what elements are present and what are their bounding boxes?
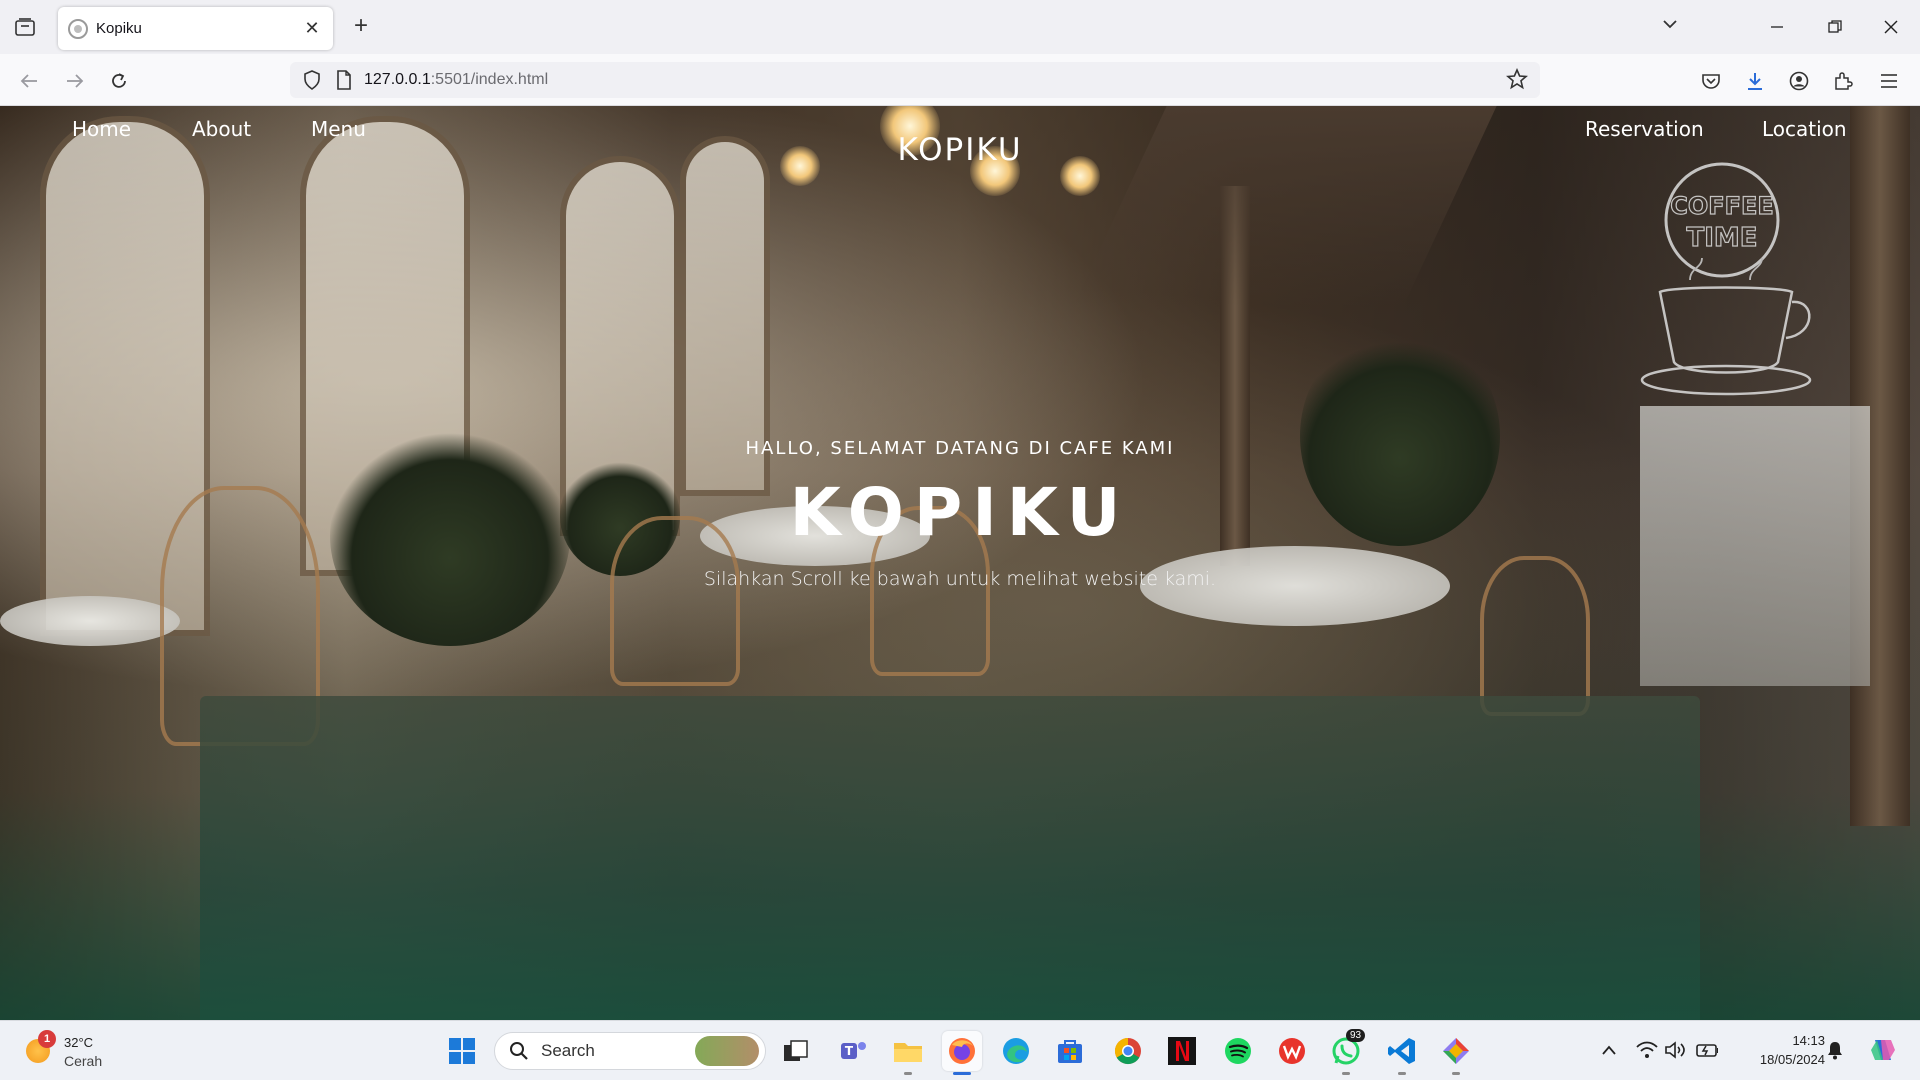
coffee-time-badge: COFFEE TIME (1640, 162, 1812, 396)
restore-icon[interactable] (1820, 12, 1850, 42)
running-indicator (1452, 1072, 1460, 1075)
page-info-icon[interactable] (332, 68, 356, 92)
forward-arrow-icon[interactable] (60, 66, 90, 96)
extensions-icon[interactable] (1828, 66, 1858, 96)
edge-icon[interactable] (996, 1031, 1036, 1071)
wps-office-icon[interactable] (1272, 1031, 1312, 1071)
spotify-icon[interactable] (1218, 1031, 1258, 1071)
chrome-icon[interactable] (1108, 1031, 1148, 1071)
search-highlight-image (695, 1036, 759, 1066)
pocket-icon[interactable] (1696, 66, 1726, 96)
menu-hamburger-icon[interactable] (1874, 66, 1904, 96)
volume-icon[interactable] (1664, 1039, 1686, 1061)
tab-title: Kopiku (96, 20, 142, 37)
gemini-app-icon[interactable] (1436, 1031, 1476, 1075)
firefox-icon[interactable] (942, 1031, 982, 1075)
whatsapp-unread-badge: 93 (1346, 1029, 1366, 1042)
wifi-icon[interactable] (1636, 1039, 1658, 1061)
running-indicator (1342, 1072, 1350, 1075)
netflix-icon[interactable] (1162, 1031, 1202, 1071)
weather-condition: Cerah (64, 1053, 103, 1069)
clock-time: 14:13 (1792, 1033, 1825, 1048)
close-window-icon[interactable] (1876, 12, 1906, 42)
hero-description: Silahkan Scroll ke bawah untuk melihat w… (703, 568, 1217, 590)
system-clock[interactable]: 14:13 18/05/2024 (1735, 1031, 1825, 1069)
svg-text:T: T (845, 1044, 854, 1058)
cafe-table (0, 596, 180, 646)
url-text[interactable]: 127.0.0.1:5501/index.html (364, 71, 548, 89)
back-arrow-icon[interactable] (14, 66, 44, 96)
copilot-icon[interactable] (1868, 1035, 1898, 1065)
search-icon (510, 1042, 528, 1060)
chevron-down-icon[interactable] (1660, 14, 1686, 40)
website-hero: Home About Menu Reservation Location KOP… (0, 106, 1920, 1020)
vscode-icon[interactable] (1382, 1031, 1422, 1075)
windows-taskbar: 1 32°C Cerah Search T 93 14:13 18/05/202… (0, 1020, 1920, 1080)
shield-icon[interactable] (300, 68, 324, 92)
battery-icon[interactable] (1696, 1039, 1718, 1061)
clock-date: 18/05/2024 (1759, 1052, 1825, 1067)
minimize-icon[interactable] (1762, 12, 1792, 42)
taskbar-search[interactable]: Search (494, 1032, 766, 1070)
navigation-toolbar: 127.0.0.1:5501/index.html (0, 54, 1920, 106)
search-label: Search (541, 1041, 595, 1060)
svg-text:TIME: TIME (1686, 223, 1757, 253)
tab-bar: Kopiku ✕ + (0, 0, 1920, 54)
weather-alert-badge: 1 (38, 1030, 56, 1048)
tab-close-icon[interactable]: ✕ (301, 18, 323, 39)
foreground-table (200, 696, 1700, 1020)
running-indicator (1398, 1072, 1406, 1075)
weather-temperature: 32°C (64, 1035, 94, 1050)
notification-bell-icon[interactable] (1824, 1039, 1846, 1061)
teams-icon[interactable]: T (834, 1031, 874, 1071)
url-host: 127.0.0.1 (364, 71, 431, 88)
new-tab-icon[interactable]: + (348, 14, 374, 40)
running-indicator (904, 1072, 912, 1075)
windows-start-icon[interactable] (442, 1031, 482, 1071)
microsoft-store-icon[interactable] (1050, 1031, 1090, 1071)
tab-list-icon[interactable] (12, 14, 38, 40)
site-favicon-icon (68, 18, 88, 39)
weather-widget[interactable]: 1 32°C Cerah (24, 1029, 134, 1073)
bookmark-star-icon[interactable] (1506, 67, 1530, 92)
browser-tab[interactable]: Kopiku ✕ (58, 7, 333, 50)
running-indicator (953, 1072, 971, 1075)
hero-subtitle: HALLO, SELAMAT DATANG DI CAFE KAMI (745, 438, 1175, 459)
download-icon[interactable] (1740, 66, 1770, 96)
svg-text:COFFEE: COFFEE (1670, 192, 1774, 220)
file-explorer-icon[interactable] (888, 1031, 928, 1075)
hero-title: KOPIKU (789, 474, 1131, 551)
account-icon[interactable] (1784, 66, 1814, 96)
url-path: :5501/index.html (430, 71, 549, 88)
address-bar[interactable]: 127.0.0.1:5501/index.html (290, 62, 1540, 98)
task-view-icon[interactable] (776, 1031, 816, 1071)
reload-icon[interactable] (104, 66, 134, 96)
chevron-up-icon[interactable] (1598, 1039, 1620, 1061)
